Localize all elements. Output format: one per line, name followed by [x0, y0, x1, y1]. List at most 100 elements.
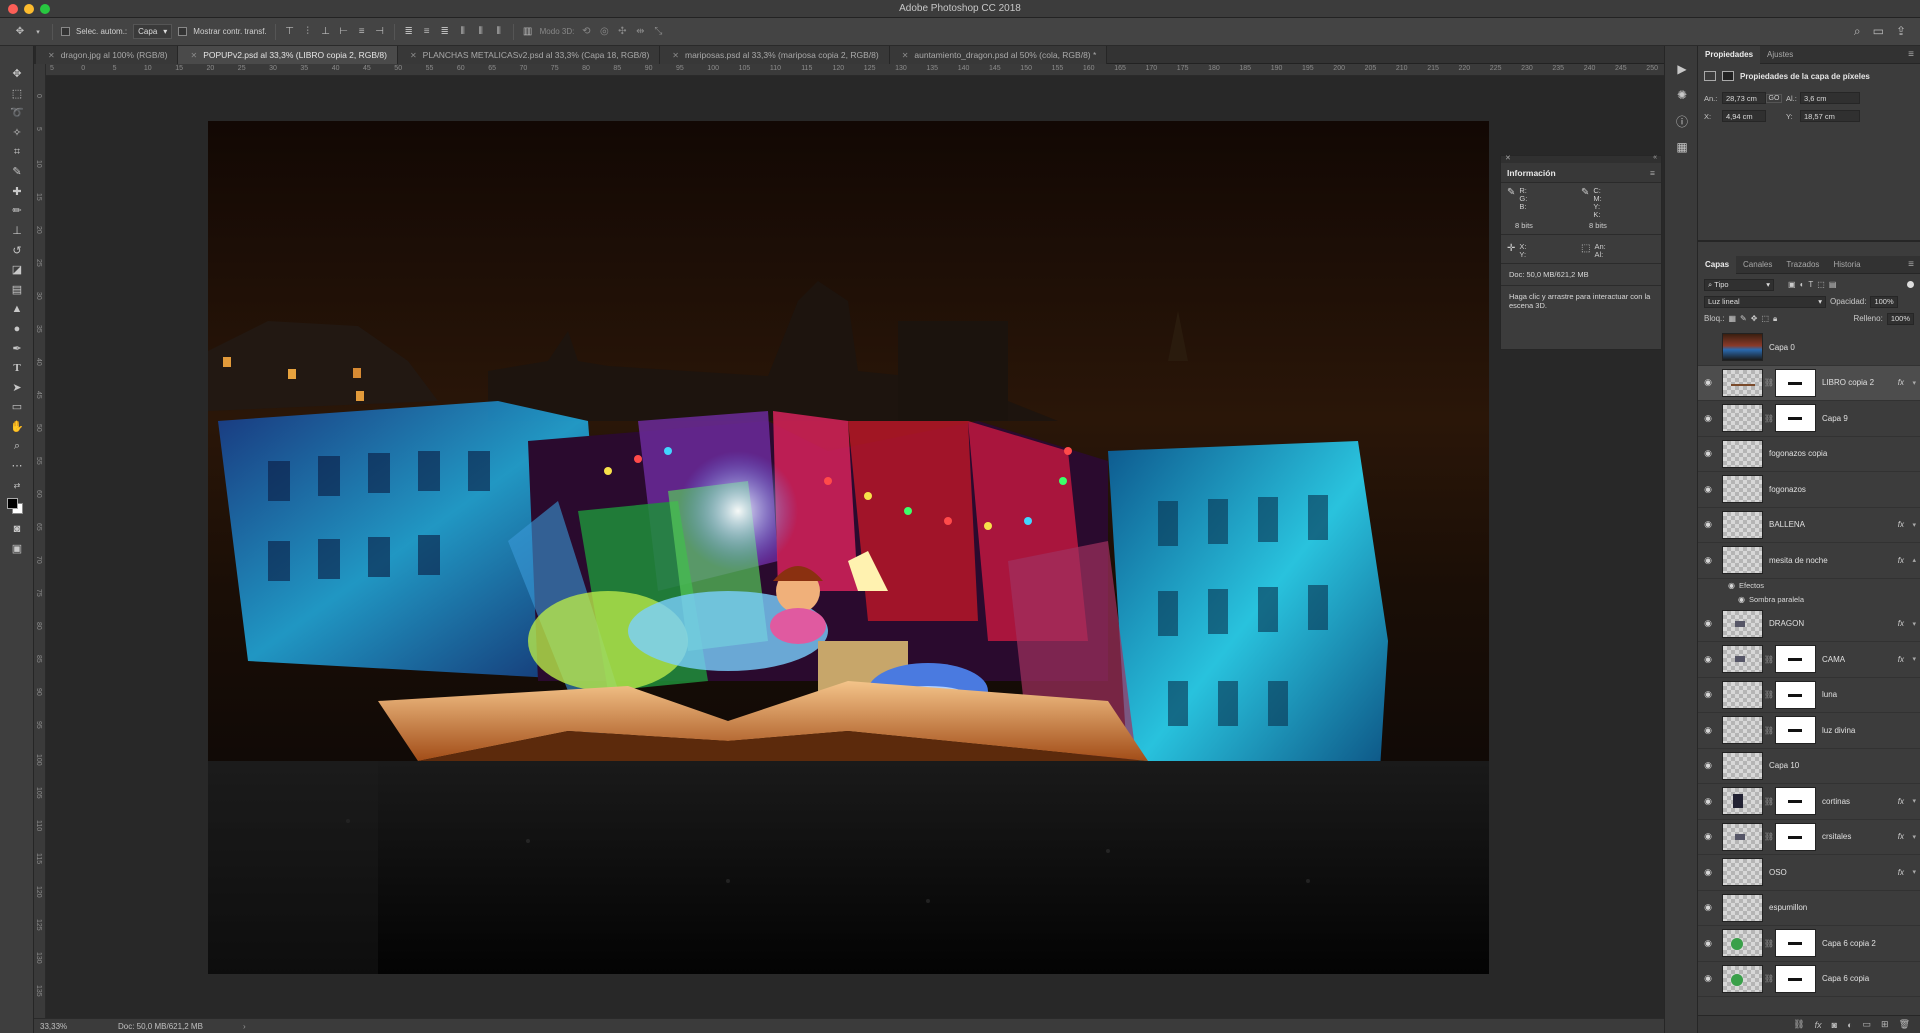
chevron-down-icon[interactable]: ▾ — [1912, 833, 1916, 841]
layer-mask-thumbnail[interactable] — [1775, 404, 1816, 433]
roll-3d-icon[interactable]: ◎ — [598, 26, 610, 38]
adjustment-layer-icon[interactable]: ◐ — [1847, 1020, 1852, 1030]
y-field[interactable]: 18,57 cm — [1800, 110, 1860, 122]
x-field[interactable]: 4,94 cm — [1722, 110, 1766, 122]
panel-menu-icon[interactable]: ≡ — [1908, 49, 1914, 60]
tab-paths[interactable]: Trazados — [1779, 256, 1826, 274]
panel-menu-icon[interactable]: ≡ — [1650, 168, 1655, 178]
link-mask-icon[interactable]: ⛓ — [1763, 939, 1775, 948]
layer-row[interactable]: ◉ BALLENA fx ▾ — [1698, 508, 1920, 543]
visibility-eye-icon[interactable]: ◉ — [1698, 618, 1718, 629]
layer-name[interactable]: Capa 6 copia — [1822, 974, 1869, 983]
distribute-vcenter-icon[interactable]: ≡ — [421, 26, 433, 38]
visibility-eye-icon[interactable]: ◉ — [1698, 831, 1718, 842]
orbit-3d-icon[interactable]: ⟲ — [580, 26, 592, 38]
layer-mask-thumbnail[interactable] — [1775, 822, 1816, 851]
close-icon[interactable]: ✕ — [1505, 154, 1511, 162]
layer-row[interactable]: ◉ ⛓ Capa 9 — [1698, 401, 1920, 437]
tab-adjustments[interactable]: Ajustes — [1760, 46, 1800, 64]
levels-icon[interactable]: ▦ — [1665, 134, 1699, 160]
more-tools-icon[interactable]: ⋯ — [0, 456, 34, 476]
layer-name[interactable]: mesita de noche — [1769, 556, 1828, 565]
layer-name[interactable]: crsitales — [1822, 832, 1851, 841]
panel-grip[interactable]: ✕ « — [1501, 154, 1661, 163]
new-layer-icon[interactable]: ⊞ — [1881, 1019, 1889, 1030]
layer-thumbnail[interactable] — [1722, 404, 1763, 433]
layer-row[interactable]: ◉ ⛓ Capa 6 copia — [1698, 962, 1920, 997]
filter-smart-object-icon[interactable]: ▤ — [1829, 280, 1837, 289]
chevron-down-icon[interactable]: ▾ — [1912, 620, 1916, 628]
zoom-tool-icon[interactable]: ⌕ — [0, 436, 34, 456]
layer-row[interactable]: ◉ fogonazos copia — [1698, 437, 1920, 472]
layer-thumbnail[interactable] — [1722, 680, 1763, 709]
align-hcenter-icon[interactable]: ≡ — [356, 26, 368, 38]
add-mask-icon[interactable]: ◙ — [1832, 1020, 1837, 1030]
visibility-eye-icon[interactable]: ◉ — [1698, 689, 1718, 700]
align-bottom-icon[interactable]: ⊥ — [320, 26, 332, 38]
workspace-icon[interactable]: ▭ — [1873, 24, 1884, 39]
tab-layers[interactable]: Capas — [1698, 255, 1737, 274]
blend-mode-dropdown[interactable]: Luz lineal ▾ — [1704, 295, 1826, 308]
layer-thumbnail[interactable] — [1722, 858, 1763, 887]
layer-thumbnail[interactable] — [1722, 964, 1763, 993]
info-panel-icon[interactable]: ⓘ — [1665, 108, 1699, 134]
tab-mariposas[interactable]: ✕ mariposas.psd al 33,3% (mariposa copia … — [660, 46, 890, 64]
mask-icon[interactable] — [1722, 71, 1734, 81]
crop-tool-icon[interactable]: ⌗ — [0, 142, 34, 162]
distribute-right-icon[interactable]: ⦀ — [493, 26, 505, 38]
distribute-hcenter-icon[interactable]: ⦀ — [475, 26, 487, 38]
auto-align-icon[interactable]: ▥ — [522, 26, 534, 38]
effects-row[interactable]: ◉ Efectos — [1698, 579, 1920, 593]
layer-mask-thumbnail[interactable] — [1775, 787, 1816, 816]
slide-3d-icon[interactable]: ⇹ — [634, 26, 646, 38]
auto-select-checkbox[interactable] — [61, 27, 70, 36]
layer-name[interactable]: DRAGON — [1769, 619, 1804, 628]
chevron-down-icon[interactable]: ▾ — [1912, 655, 1916, 663]
visibility-eye-icon[interactable]: ◉ — [1698, 902, 1718, 913]
link-mask-icon[interactable]: ⛓ — [1763, 655, 1775, 664]
link-layers-icon[interactable]: ⛓ — [1793, 1019, 1804, 1030]
effect-row[interactable]: ◉ Sombra paralela — [1698, 593, 1920, 607]
clone-stamp-tool-icon[interactable]: ⊥ — [0, 221, 34, 241]
fill-field[interactable]: 100% — [1886, 312, 1914, 325]
visibility-eye-icon[interactable]: ◉ — [1698, 973, 1718, 984]
layer-fx-icon[interactable]: fx — [1898, 797, 1904, 806]
layer-fx-icon[interactable]: fx — [1898, 520, 1904, 529]
layer-thumbnail[interactable] — [1722, 368, 1763, 397]
marquee-tool-icon[interactable]: ⬚ — [0, 84, 34, 104]
trash-icon[interactable]: 🗑︎ — [1899, 1019, 1910, 1030]
layer-thumbnail[interactable] — [1722, 439, 1763, 468]
zoom-level[interactable]: 33,33% — [40, 1022, 98, 1031]
visibility-eye-icon[interactable]: ◉ — [1698, 377, 1718, 388]
history-brush-tool-icon[interactable]: ↺ — [0, 240, 34, 260]
tab-properties[interactable]: Propiedades — [1698, 45, 1761, 64]
layer-name[interactable]: Capa 10 — [1769, 761, 1799, 770]
eyedropper-icon[interactable]: ✎ — [1581, 187, 1589, 219]
close-icon[interactable]: ✕ — [410, 51, 417, 60]
layer-fx-icon[interactable]: fx — [1898, 655, 1904, 664]
layer-row[interactable]: ◉ Capa 10 — [1698, 749, 1920, 784]
chevron-right-icon[interactable]: › — [243, 1022, 246, 1031]
link-mask-icon[interactable]: ⛓ — [1763, 797, 1775, 806]
layer-mask-thumbnail[interactable] — [1775, 368, 1816, 397]
document-canvas[interactable] — [208, 121, 1489, 974]
layer-thumbnail[interactable] — [1722, 716, 1763, 745]
layer-mask-thumbnail[interactable] — [1775, 716, 1816, 745]
opacity-field[interactable]: 100% — [1870, 295, 1898, 308]
screen-mode-icon[interactable]: ▣ — [0, 539, 34, 559]
eyedropper-icon[interactable]: ✎ — [1507, 187, 1515, 219]
pan-3d-icon[interactable]: ✣ — [616, 26, 628, 38]
height-field[interactable]: 3,6 cm — [1800, 92, 1860, 104]
layer-thumbnail[interactable] — [1722, 510, 1763, 539]
tab-history[interactable]: Historia — [1826, 256, 1867, 274]
layer-row[interactable]: ◉ ⛓ crsitales fx ▾ — [1698, 820, 1920, 855]
layer-name[interactable]: luna — [1822, 690, 1837, 699]
visibility-eye-icon[interactable]: ◉ — [1698, 867, 1718, 878]
filter-adjustment-icon[interactable]: ◐ — [1800, 280, 1805, 289]
layer-mask-thumbnail[interactable] — [1775, 680, 1816, 709]
visibility-eye-icon[interactable]: ◉ — [1728, 581, 1735, 590]
layer-name[interactable]: Capa 6 copia 2 — [1822, 939, 1876, 948]
layer-row[interactable]: ◉ ⛓ CAMA fx ▾ — [1698, 642, 1920, 678]
play-icon[interactable]: ▶ — [1665, 56, 1699, 82]
quick-mask-icon[interactable]: ◙ — [0, 519, 34, 539]
